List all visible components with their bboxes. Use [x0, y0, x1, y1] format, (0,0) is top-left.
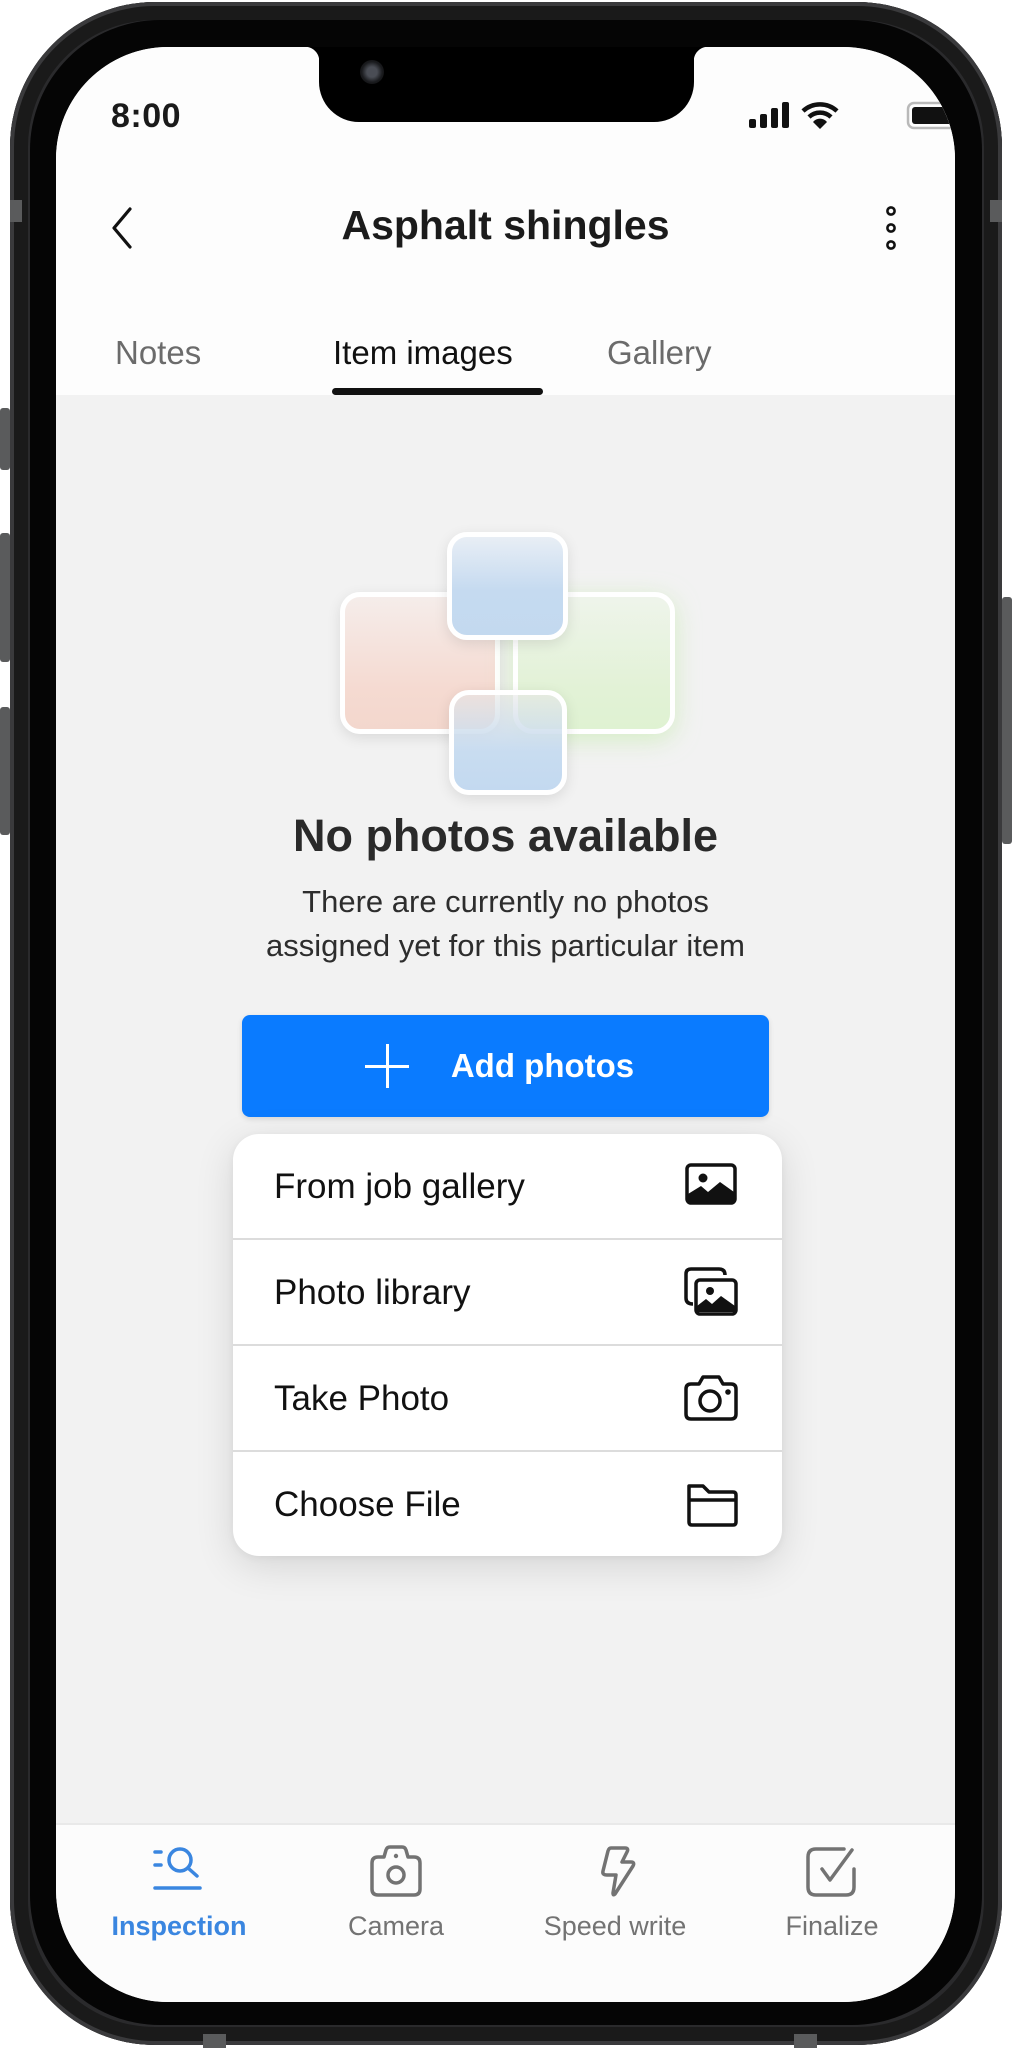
phone-volume-down-button — [0, 707, 10, 835]
status-icons — [749, 101, 955, 131]
tab-item-images[interactable]: Item images — [333, 334, 513, 372]
battery-icon — [906, 101, 955, 130]
add-photos-button[interactable]: Add photos — [242, 1015, 769, 1117]
phone-power-button — [1002, 597, 1012, 844]
empty-state-subtitle-line2: assigned yet for this particular item — [266, 928, 745, 963]
menu-item-label: Choose File — [274, 1484, 461, 1524]
more-options-button[interactable] — [876, 205, 906, 251]
empty-state-subtitle-line1: There are currently no photos — [302, 884, 709, 919]
add-photos-label: Add photos — [450, 1047, 635, 1084]
menu-item-label: From job gallery — [274, 1166, 525, 1206]
add-photos-menu: From job gallery Photo library Take Phot… — [233, 1134, 782, 1556]
tab-bar-label: Finalize — [785, 1911, 879, 1941]
status-time: 8:00 — [111, 97, 182, 135]
tab-gallery[interactable]: Gallery — [607, 334, 712, 372]
tab-bar-item-speed-write[interactable]: Speed write — [515, 1825, 715, 1965]
bottom-tab-bar: Inspection Camera Speed write Finalize — [56, 1823, 955, 2002]
vertical-ellipsis-icon — [886, 206, 896, 250]
tab-bar-label: Camera — [347, 1911, 445, 1941]
phone-antenna-band — [203, 2034, 226, 2048]
tab-bar-label: Inspection — [111, 1911, 247, 1941]
plus-icon — [364, 1044, 409, 1088]
image-icon — [685, 1163, 737, 1205]
tab-bar-label: Speed write — [543, 1911, 687, 1941]
empty-state-subtitle: There are currently no photos assigned y… — [56, 880, 955, 968]
menu-item-photo-library[interactable]: Photo library — [233, 1240, 782, 1345]
front-camera — [360, 60, 384, 84]
illustration-photo-placeholder-blue-bottom — [449, 690, 567, 795]
phone-screen: 8:00 Asphalt shingles Notes Item images … — [56, 47, 955, 2002]
notch — [305, 47, 708, 122]
inspection-search-icon — [153, 1847, 202, 1890]
menu-item-label: Photo library — [274, 1272, 471, 1312]
tab-notes[interactable]: Notes — [115, 334, 201, 372]
camera-icon — [684, 1375, 738, 1421]
status-icons-svg — [749, 101, 955, 130]
folder-icon — [687, 1484, 738, 1527]
camera-icon — [370, 1845, 422, 1897]
phone-antenna-band — [10, 200, 22, 222]
active-tab-indicator — [332, 388, 543, 395]
empty-state-title: No photos available — [292, 810, 719, 861]
phone-action-button — [0, 408, 10, 470]
wifi-icon — [801, 102, 839, 129]
page-title: Asphalt shingles — [341, 202, 670, 248]
checkbox-icon — [806, 1847, 856, 1897]
menu-item-from-job-gallery[interactable]: From job gallery — [233, 1134, 782, 1239]
menu-item-choose-file[interactable]: Choose File — [233, 1452, 782, 1556]
illustration-photo-placeholder-blue-top — [447, 532, 568, 640]
phone-antenna-band — [794, 2034, 817, 2048]
tab-bar-item-finalize[interactable]: Finalize — [732, 1825, 932, 1965]
tab-bar-item-camera[interactable]: Camera — [296, 1825, 496, 1965]
phone-antenna-band — [990, 200, 1002, 222]
phone-volume-up-button — [0, 533, 10, 662]
lightning-icon — [601, 1846, 636, 1897]
menu-item-label: Take Photo — [274, 1378, 450, 1418]
cellular-signal-icon — [749, 102, 789, 128]
menu-item-take-photo[interactable]: Take Photo — [233, 1346, 782, 1451]
tab-bar-item-inspection[interactable]: Inspection — [79, 1825, 279, 1965]
photo-stack-icon — [684, 1267, 738, 1316]
